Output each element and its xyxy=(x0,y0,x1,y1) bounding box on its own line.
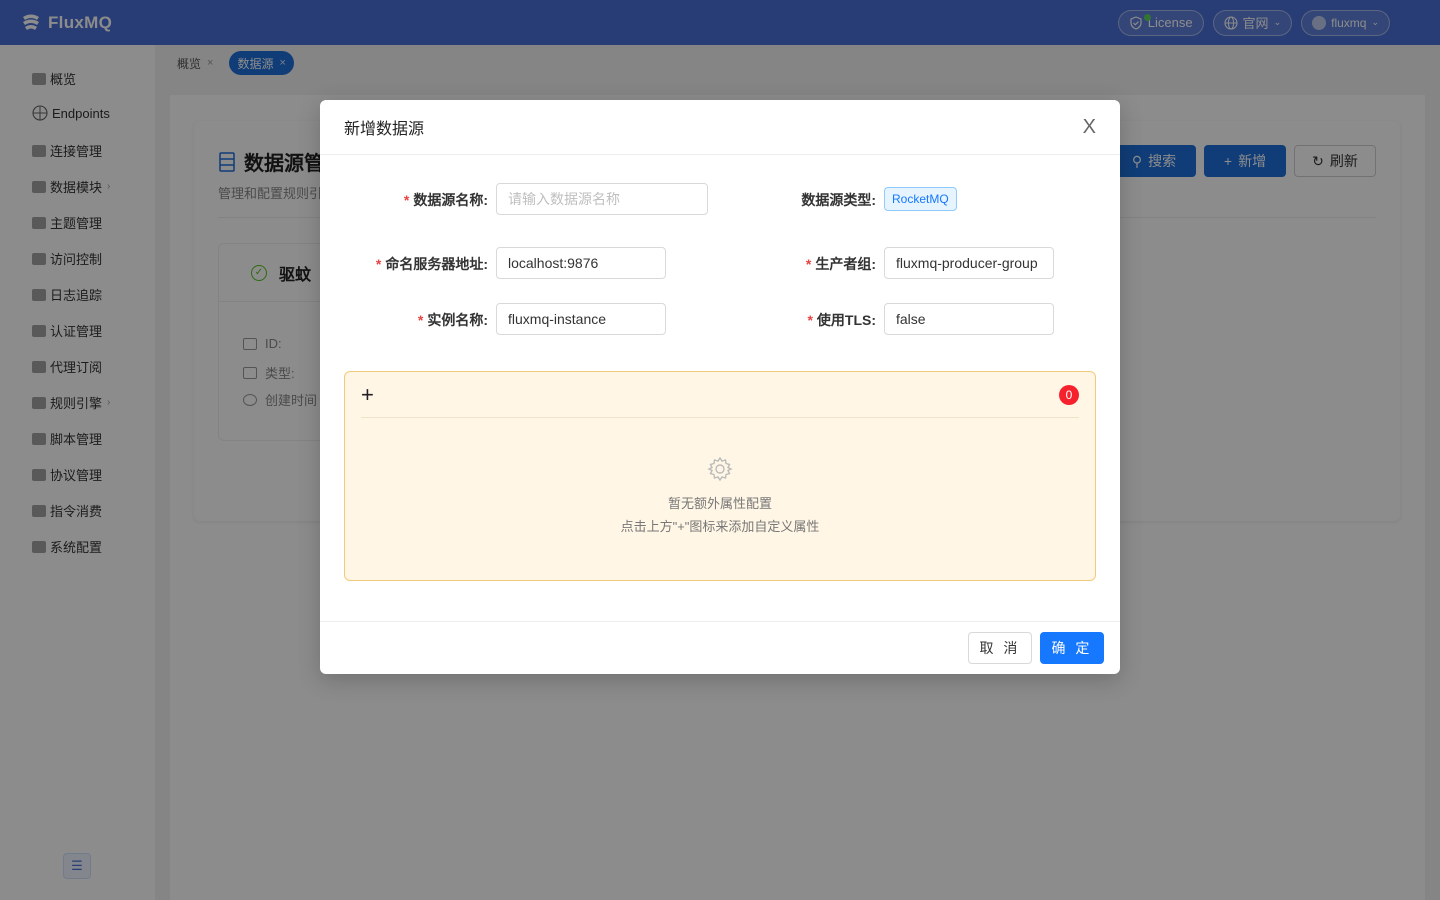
datasource-type-tag: RocketMQ xyxy=(884,187,957,211)
property-count-badge: 0 xyxy=(1059,384,1079,405)
empty-title: 暂无额外属性配置 xyxy=(667,496,772,511)
extra-properties-panel: + 0 暂无额外属性配置 点击上方"+"图标来添加自定义属性 xyxy=(344,371,1096,581)
modal-footer: 取 消 确 定 xyxy=(320,621,1120,674)
extra-properties-header: + 0 xyxy=(361,372,1079,418)
datasource-type-label: 数据源类型: xyxy=(801,190,876,210)
label-text: 生产者组: xyxy=(815,256,876,272)
instance-name-label: * 实例名称: xyxy=(418,310,488,330)
instance-name-input[interactable] xyxy=(496,303,666,335)
gear-icon xyxy=(707,456,733,482)
nameserver-input[interactable] xyxy=(496,247,666,279)
cancel-button[interactable]: 取 消 xyxy=(968,632,1032,664)
label-text: 数据源类型: xyxy=(801,192,876,208)
label-text: 数据源名称: xyxy=(413,192,488,208)
use-tls-input[interactable] xyxy=(884,303,1054,335)
label-text: 命名服务器地址: xyxy=(385,256,488,272)
modal-title: 新增数据源 xyxy=(344,121,425,138)
required-mark: * xyxy=(807,312,813,328)
close-icon[interactable]: X xyxy=(1083,117,1096,137)
producer-group-input[interactable] xyxy=(884,247,1054,279)
required-mark: * xyxy=(403,192,410,208)
empty-state: 暂无额外属性配置 点击上方"+"图标来添加自定义属性 xyxy=(345,456,1095,538)
producer-group-label: * 生产者组: xyxy=(806,254,876,274)
add-property-button[interactable]: + xyxy=(361,383,374,406)
empty-hint: 点击上方"+"图标来添加自定义属性 xyxy=(620,519,820,534)
label-text: 使用TLS: xyxy=(816,312,876,328)
confirm-button[interactable]: 确 定 xyxy=(1040,632,1104,664)
add-datasource-modal: 新增数据源 X *数据源名称: 数据源类型: RocketMQ *命名服务器地址… xyxy=(320,100,1120,674)
required-mark: * xyxy=(805,256,812,272)
nameserver-label: * 命名服务器地址: xyxy=(376,254,488,274)
datasource-name-input[interactable] xyxy=(496,183,708,215)
datasource-name-label: * 数据源名称: xyxy=(404,190,488,210)
required-mark: * xyxy=(417,312,424,328)
label-text: 实例名称: xyxy=(427,312,488,328)
modal-header: 新增数据源 X xyxy=(320,100,1120,155)
use-tls-label: * 使用TLS: xyxy=(807,310,876,330)
required-mark: * xyxy=(375,256,382,272)
